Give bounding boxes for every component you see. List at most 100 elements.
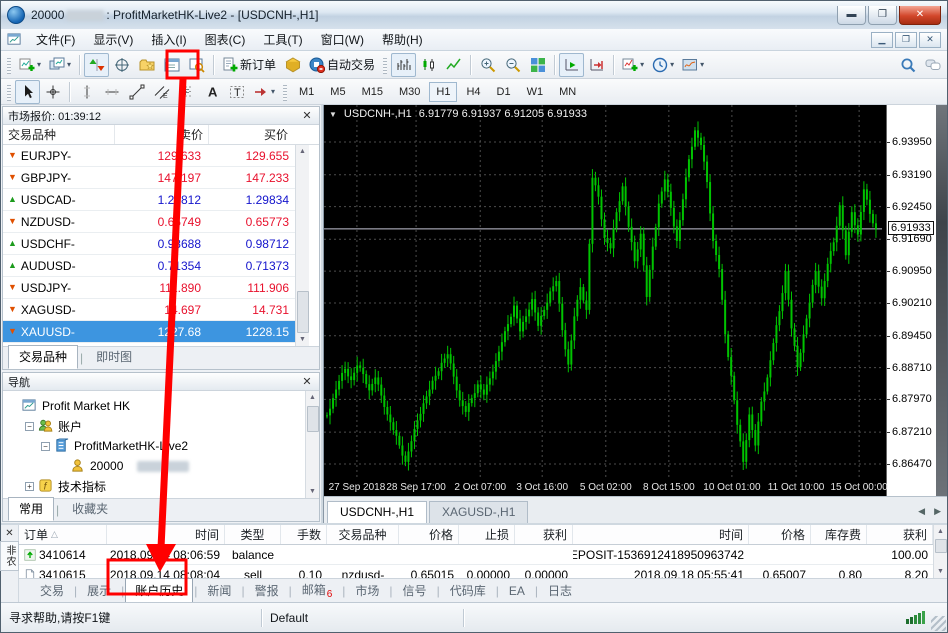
chart-tab-2[interactable]: XAGUSD-,H1 [429, 501, 528, 523]
navigator-toggle-button[interactable] [134, 53, 159, 77]
timeframe-button-m5[interactable]: M5 [323, 82, 352, 102]
cursor-tool-button[interactable] [15, 80, 40, 104]
chevron-down-icon[interactable]: ▼ [329, 110, 337, 119]
market-watch-row[interactable]: ▼GBPJPY-147.197147.233 [3, 167, 295, 189]
tree-item[interactable]: 20000 [5, 456, 303, 476]
close-button[interactable]: ✕ [899, 6, 941, 25]
terminal-tab-5[interactable]: 警报 [246, 579, 288, 602]
timeframe-button-d1[interactable]: D1 [490, 82, 518, 102]
timeframe-button-mn[interactable]: MN [552, 82, 583, 102]
expand-box-icon[interactable]: − [25, 422, 34, 431]
market-watch-row[interactable]: ▲AUDUSD-0.713540.71373 [3, 255, 295, 277]
templates-button[interactable]: ▾ [678, 53, 708, 77]
vertical-line-tool-button[interactable] [74, 80, 99, 104]
terminal-tab-7[interactable]: 市场 [346, 579, 388, 602]
text-label-tool-button[interactable]: T [224, 80, 249, 104]
chart-canvas[interactable] [324, 105, 886, 479]
market-watch-row[interactable]: ▲USDCAD-1.298121.29834 [3, 189, 295, 211]
autotrading-button[interactable]: 自动交易 [305, 53, 379, 77]
expand-box-icon[interactable]: − [41, 442, 50, 451]
terminal-tab-2[interactable]: 展示 [78, 579, 120, 602]
timeframe-button-h1[interactable]: H1 [429, 82, 457, 102]
terminal-tab-9[interactable]: 代码库 [441, 579, 495, 602]
strategy-tester-button[interactable] [184, 53, 209, 77]
tree-item[interactable]: +f技术指标 [5, 476, 303, 496]
menu-item-1[interactable]: 文件(F) [27, 29, 84, 50]
market-watch-row[interactable]: ▼USDJPY-111.890111.906 [3, 277, 295, 299]
trendline-tool-button[interactable] [124, 80, 149, 104]
chart-tab-1[interactable]: USDCNH-,H1 [327, 501, 427, 523]
scrollbar-thumb[interactable] [307, 406, 319, 432]
terminal-scrollbar[interactable]: ▲ ▼ [933, 525, 947, 578]
terminal-column-time[interactable]: 时间 [107, 525, 225, 544]
data-window-button[interactable] [109, 53, 134, 77]
crosshair-tool-button[interactable] [40, 80, 65, 104]
timeframe-button-h4[interactable]: H4 [459, 82, 487, 102]
tree-item[interactable]: −ProfitMarketHK-Live2 [5, 436, 303, 456]
dropdown-icon[interactable]: ▾ [37, 60, 41, 69]
terminal-tab-6[interactable]: 邮箱6 [293, 578, 342, 603]
terminal-tab-1[interactable]: 交易 [31, 579, 73, 602]
child-minimize-button[interactable]: ▁ [871, 32, 893, 48]
bar-chart-mode-button[interactable] [391, 53, 416, 77]
scroll-left-icon[interactable]: ◀ [918, 506, 925, 517]
market-watch-tab-2[interactable]: 即时图 [85, 345, 143, 369]
timeframe-button-w1[interactable]: W1 [520, 82, 551, 102]
terminal-tab-8[interactable]: 信号 [394, 579, 436, 602]
market-watch-scrollbar[interactable]: ▲ ▼ [295, 145, 309, 346]
time-axis[interactable]: 27 Sep 201828 Sep 17:002 Oct 07:003 Oct … [324, 479, 886, 496]
tile-windows-button[interactable] [525, 53, 550, 77]
periods-button[interactable]: ▾ [648, 53, 678, 77]
market-watch-row[interactable]: ▼XAGUSD-14.69714.731 [3, 299, 295, 321]
menu-item-6[interactable]: 窗口(W) [312, 29, 373, 50]
navigator-scrollbar[interactable]: ▲ ▼ [305, 391, 319, 498]
market-watch-row[interactable]: ▲USDCHF-0.986880.98712 [3, 233, 295, 255]
chart-shift-button[interactable] [584, 53, 609, 77]
column-symbol[interactable]: 交易品种 [3, 125, 115, 144]
scroll-down-icon[interactable]: ▼ [296, 333, 309, 346]
channel-tool-button[interactable]: E [149, 80, 174, 104]
indicators-button[interactable]: ▾ [618, 53, 648, 77]
terminal-tab-11[interactable]: 日志 [539, 579, 581, 602]
terminal-column-tp[interactable]: 获利 [515, 525, 573, 544]
scroll-down-icon[interactable]: ▼ [934, 565, 947, 578]
close-icon[interactable]: ✕ [300, 109, 314, 122]
terminal-column-lots[interactable]: 手数 [281, 525, 327, 544]
close-icon[interactable]: ✕ [5, 528, 13, 539]
menu-item-2[interactable]: 显示(V) [84, 29, 142, 50]
dropdown-icon[interactable]: ▾ [670, 60, 674, 69]
scrollbar-thumb[interactable] [297, 291, 309, 333]
child-close-button[interactable]: ✕ [919, 32, 941, 48]
timeframe-button-m1[interactable]: M1 [292, 82, 321, 102]
resize-grip[interactable] [931, 616, 946, 631]
zoom-out-button[interactable] [500, 53, 525, 77]
market-watch-row[interactable]: ▼NZDUSD-0.657490.65773 [3, 211, 295, 233]
terminal-toggle-button[interactable] [159, 53, 184, 77]
scrollbar-thumb[interactable] [935, 539, 947, 553]
scroll-down-icon[interactable]: ▼ [306, 485, 319, 498]
fibonacci-tool-button[interactable]: F [174, 80, 199, 104]
terminal-column-swap[interactable]: 库存费 [811, 525, 867, 544]
close-icon[interactable]: ✕ [300, 375, 314, 388]
terminal-tab-10[interactable]: EA [500, 581, 534, 601]
menu-item-3[interactable]: 插入(I) [142, 29, 195, 50]
profiles-button[interactable]: ▾ [45, 53, 75, 77]
candlestick-mode-button[interactable] [416, 53, 441, 77]
scroll-up-icon[interactable]: ▲ [306, 391, 319, 404]
nonfarm-side-tab[interactable]: 非农 [0, 541, 19, 571]
dropdown-icon[interactable]: ▾ [67, 60, 71, 69]
restore-button[interactable]: ❐ [868, 6, 897, 25]
scroll-up-icon[interactable]: ▲ [934, 525, 947, 538]
market-watch-toggle-button[interactable] [84, 53, 109, 77]
chat-button[interactable] [920, 53, 945, 77]
terminal-column-type[interactable]: 类型 [225, 525, 281, 544]
menu-item-7[interactable]: 帮助(H) [373, 29, 432, 50]
minimize-button[interactable]: ▬ [837, 6, 866, 25]
scroll-up-icon[interactable]: ▲ [296, 145, 309, 158]
terminal-tab-4[interactable]: 新闻 [198, 579, 240, 602]
dropdown-icon[interactable]: ▾ [640, 60, 644, 69]
navigator-tab-2[interactable]: 收藏夹 [61, 497, 119, 521]
status-profile[interactable]: Default [270, 611, 455, 625]
column-ask[interactable]: 买价 [209, 125, 293, 144]
timeframe-button-m30[interactable]: M30 [392, 82, 427, 102]
